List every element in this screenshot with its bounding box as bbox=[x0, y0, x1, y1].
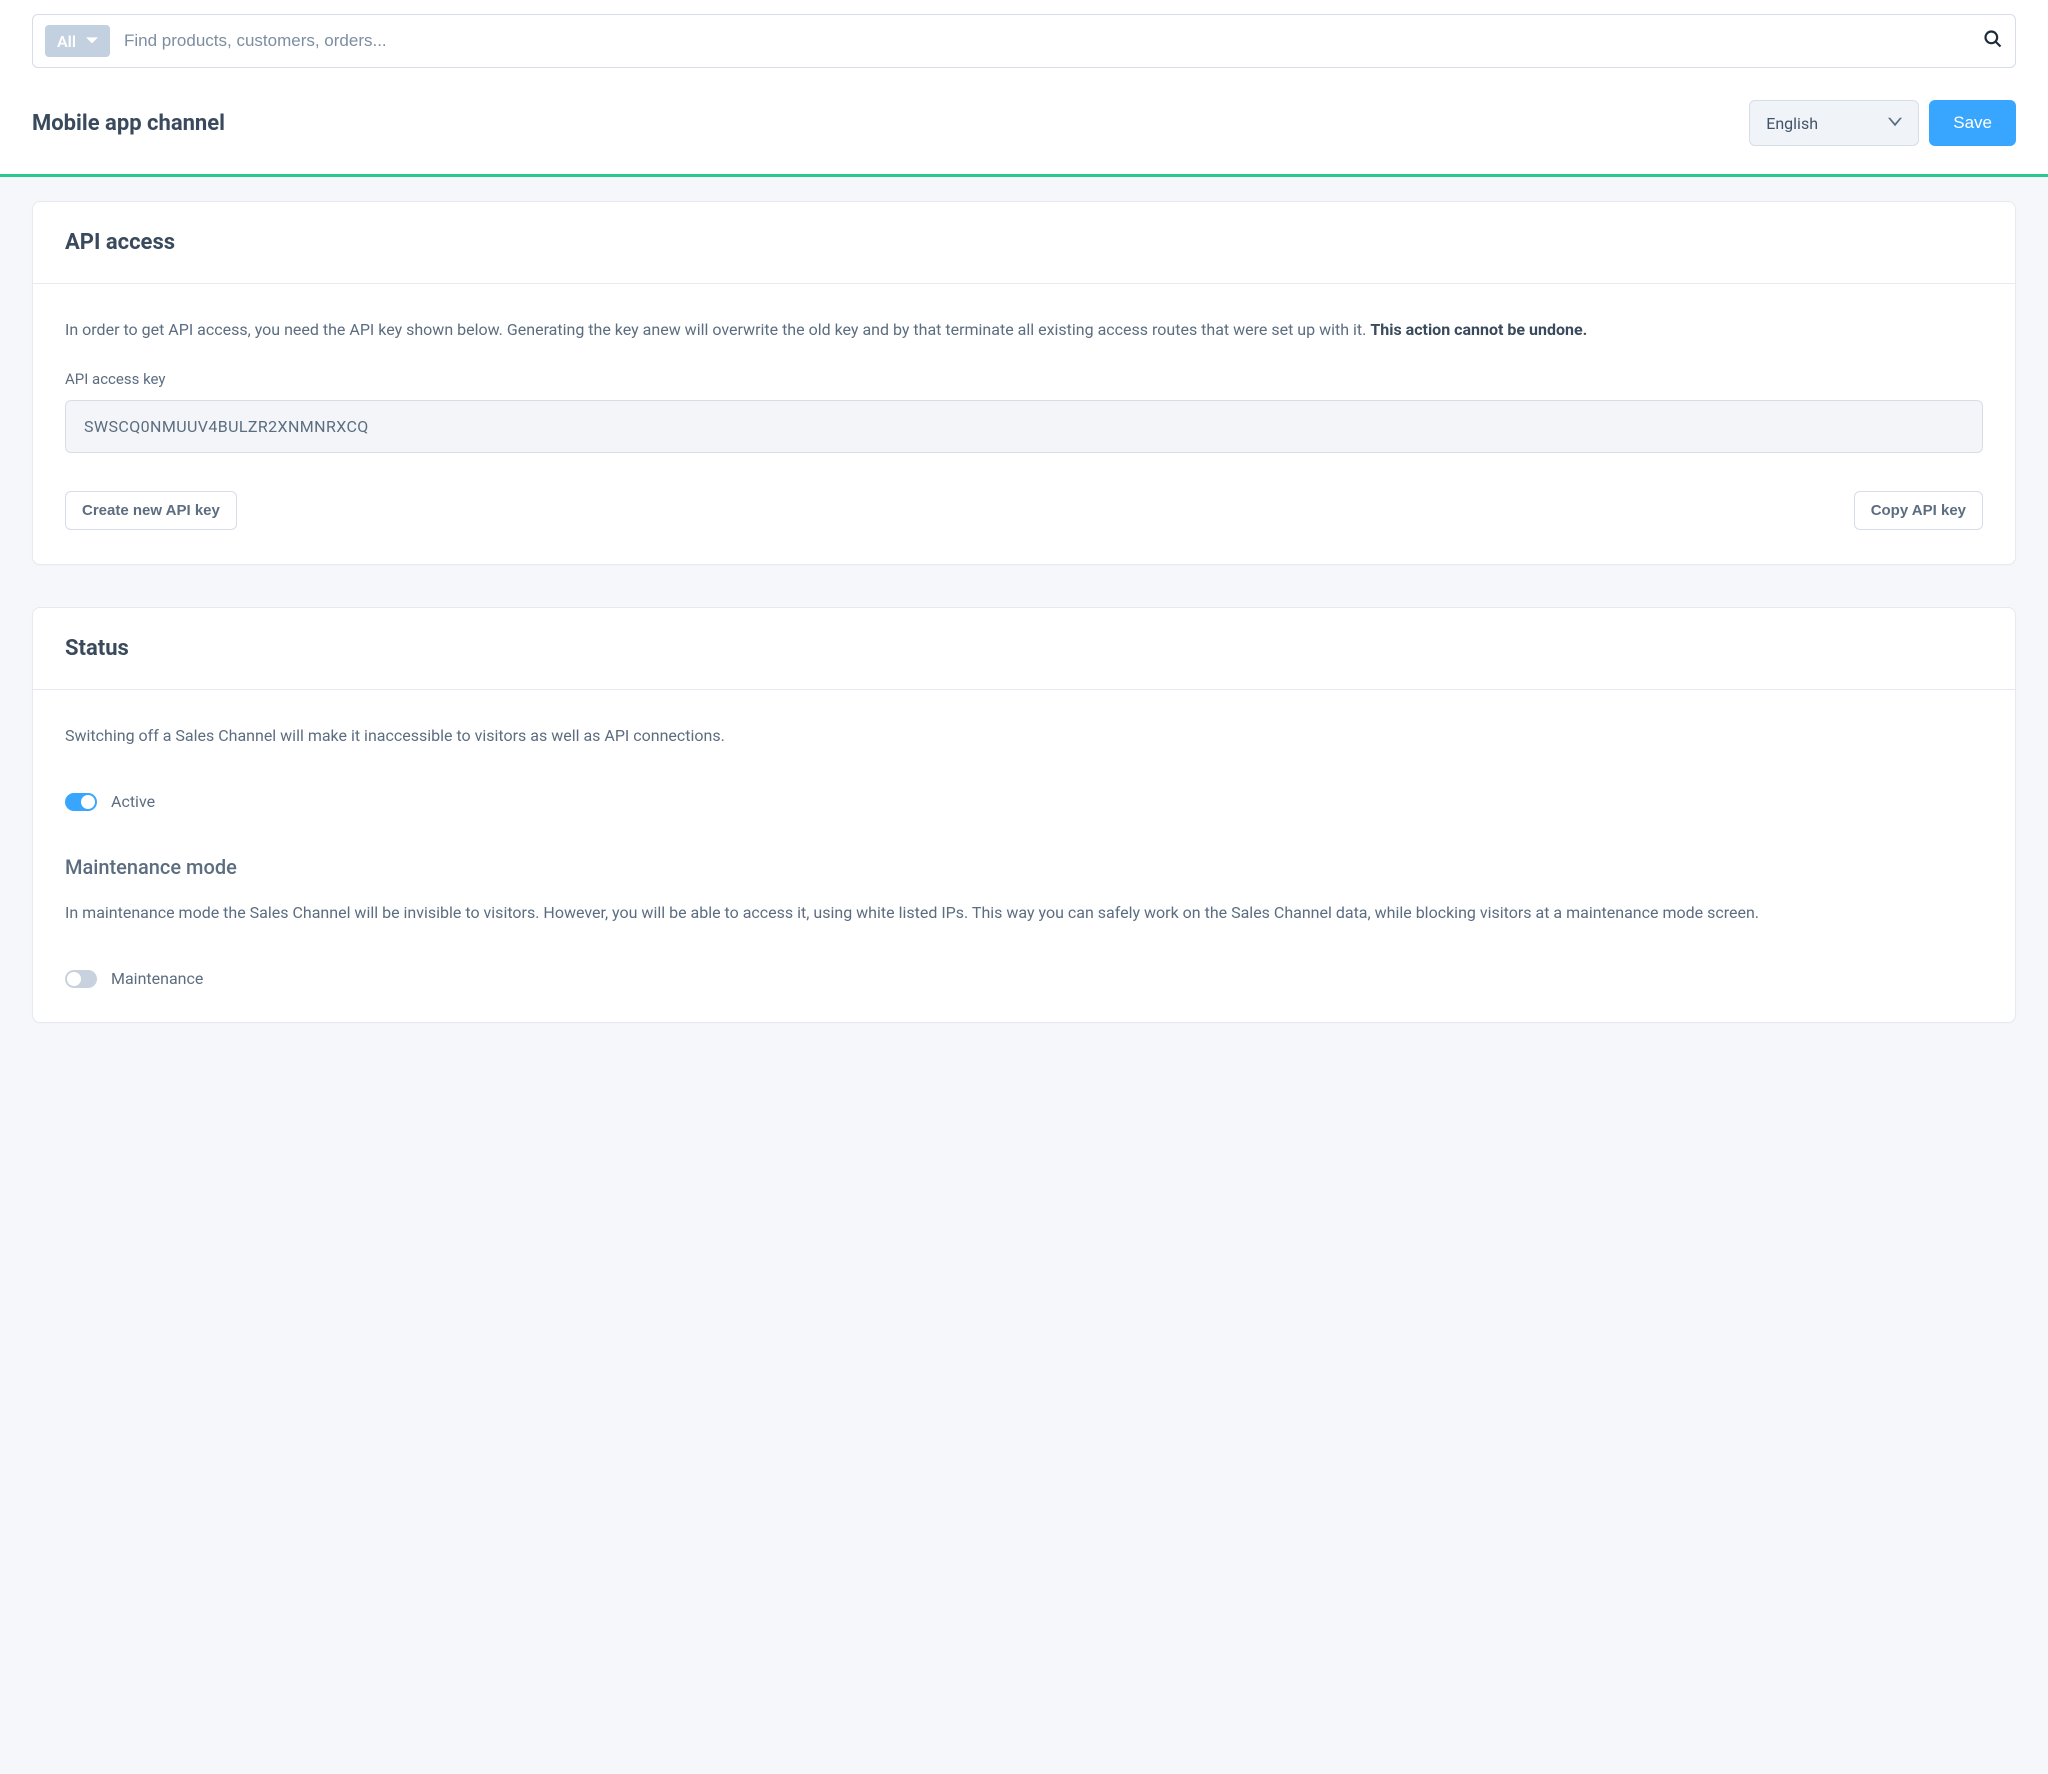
api-access-description-text: In order to get API access, you need the… bbox=[65, 320, 1370, 339]
copy-api-key-button[interactable]: Copy API key bbox=[1854, 491, 1983, 530]
search-filter-chip[interactable]: All bbox=[45, 25, 110, 57]
api-access-description: In order to get API access, you need the… bbox=[65, 318, 1983, 342]
chevron-down-icon bbox=[86, 32, 98, 51]
api-access-description-bold: This action cannot be undone. bbox=[1370, 320, 1587, 339]
language-select-value: English bbox=[1766, 114, 1818, 133]
search-icon[interactable] bbox=[1983, 29, 2003, 53]
search-bar-wrap: All bbox=[0, 0, 2048, 82]
active-toggle[interactable] bbox=[65, 793, 97, 811]
active-toggle-row: Active bbox=[65, 792, 1983, 811]
active-toggle-label: Active bbox=[111, 792, 155, 811]
status-title: Status bbox=[33, 608, 2015, 690]
search-input[interactable] bbox=[124, 31, 1969, 51]
save-button[interactable]: Save bbox=[1929, 100, 2016, 146]
language-select[interactable]: English bbox=[1749, 100, 1919, 146]
create-api-key-button[interactable]: Create new API key bbox=[65, 491, 237, 530]
maintenance-toggle-label: Maintenance bbox=[111, 969, 203, 988]
api-key-actions: Create new API key Copy API key bbox=[65, 491, 1983, 530]
page-header: Mobile app channel English Save bbox=[0, 82, 2048, 177]
maintenance-toggle[interactable] bbox=[65, 970, 97, 988]
api-access-card: API access In order to get API access, y… bbox=[32, 201, 2016, 565]
header-actions: English Save bbox=[1749, 100, 2016, 146]
search-bar: All bbox=[32, 14, 2016, 68]
api-access-title: API access bbox=[33, 202, 2015, 284]
page-body: API access In order to get API access, y… bbox=[0, 177, 2048, 1047]
status-description: Switching off a Sales Channel will make … bbox=[65, 724, 1983, 748]
chevron-down-icon bbox=[1888, 114, 1902, 133]
maintenance-mode-title: Maintenance mode bbox=[65, 855, 1983, 879]
api-key-value[interactable]: SWSCQ0NMUUV4BULZR2XNMNRXCQ bbox=[65, 400, 1983, 453]
page-title: Mobile app channel bbox=[32, 111, 225, 136]
api-key-label: API access key bbox=[65, 370, 1983, 388]
maintenance-toggle-row: Maintenance bbox=[65, 969, 1983, 988]
status-card: Status Switching off a Sales Channel wil… bbox=[32, 607, 2016, 1023]
maintenance-mode-description: In maintenance mode the Sales Channel wi… bbox=[65, 901, 1983, 925]
search-filter-label: All bbox=[57, 32, 76, 51]
